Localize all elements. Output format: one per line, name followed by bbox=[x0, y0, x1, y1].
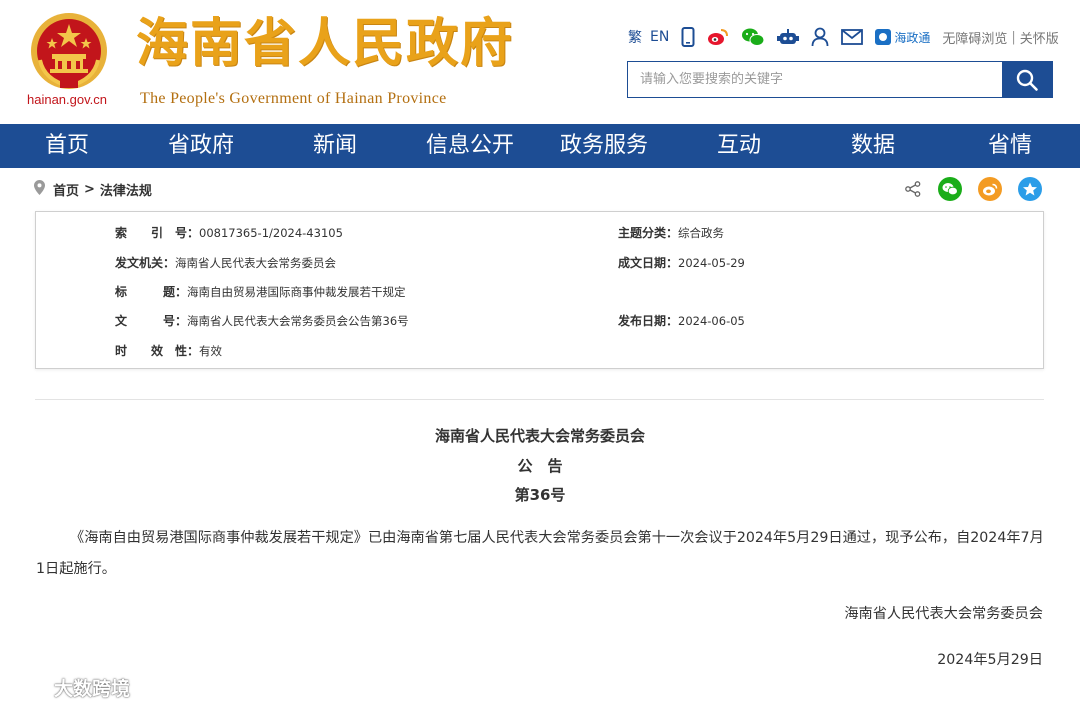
english-link[interactable]: EN bbox=[650, 26, 669, 48]
document-type-heading: 公 告 bbox=[517, 457, 563, 475]
meta-title-label: 标 题： bbox=[115, 285, 188, 299]
meta-title-value: 海南自由贸易港国际商事仲裁发展若干规定 bbox=[187, 285, 406, 299]
share-wechat-icon[interactable] bbox=[938, 177, 962, 201]
meta-category-value: 综合政务 bbox=[678, 226, 725, 240]
meta-published-date: 发布日期：2024-06-05 bbox=[618, 312, 745, 329]
weibo-icon[interactable] bbox=[707, 26, 729, 48]
document-paragraph: 《海南自由贸易港国际商事仲裁发展若干规定》已由海南省第七届人民代表大会常务委员会… bbox=[36, 530, 1044, 577]
breadcrumb-home[interactable]: 首页 bbox=[53, 180, 79, 199]
tool-separator: | bbox=[1011, 29, 1016, 45]
elder-mode-link[interactable]: 关怀版 bbox=[1020, 26, 1059, 48]
hzt-label: 海政通 bbox=[894, 30, 931, 45]
meta-docno-label: 文 号： bbox=[115, 314, 188, 328]
mail-icon[interactable] bbox=[841, 26, 864, 48]
meta-created-label: 成文日期： bbox=[618, 256, 679, 270]
nav-item-services[interactable]: 政务服务 bbox=[560, 124, 648, 168]
breadcrumb-separator: > bbox=[84, 181, 95, 197]
document-date: 2024年5月29日 bbox=[937, 652, 1043, 668]
meta-issuer: 发文机关：海南省人民代表大会常务委员会 bbox=[115, 254, 336, 271]
hzt-app-link[interactable]: 海政通 bbox=[875, 26, 930, 48]
accessible-browse-link[interactable]: 无障碍浏览 bbox=[942, 26, 1007, 48]
meta-validity: 时 效 性：有效 bbox=[115, 342, 222, 359]
meta-category-label: 主题分类： bbox=[618, 226, 679, 240]
watermark-text: 大数跨境 bbox=[54, 678, 131, 700]
breadcrumb: 首页 > 法律法规 bbox=[34, 178, 152, 200]
meta-validity-value: 有效 bbox=[199, 344, 223, 358]
meta-index-value: 00817365-1/2024-43105 bbox=[199, 226, 343, 240]
mobile-icon[interactable] bbox=[681, 26, 695, 48]
meta-published-value: 2024-06-05 bbox=[678, 314, 745, 328]
site-domain: hainan.gov.cn bbox=[27, 92, 107, 107]
meta-docno-value: 海南省人民代表大会常务委员会公告第36号 bbox=[187, 314, 409, 328]
search-input[interactable] bbox=[628, 62, 1002, 97]
meta-docno: 文 号：海南省人民代表大会常务委员会公告第36号 bbox=[115, 312, 409, 329]
user-icon[interactable] bbox=[811, 26, 829, 48]
share-icon[interactable] bbox=[904, 177, 922, 201]
document-issuer-heading: 海南省人民代表大会常务委员会 bbox=[434, 427, 645, 445]
site-subtitle: The People's Government of Hainan Provin… bbox=[140, 90, 447, 107]
meta-issuer-label: 发文机关： bbox=[115, 256, 176, 270]
watermark: 大数跨境 bbox=[8, 672, 130, 703]
share-weibo-icon[interactable] bbox=[978, 177, 1002, 201]
site-header: hainan.gov.cn 海南省人民政府 The People's Gover… bbox=[0, 0, 1080, 124]
meta-category: 主题分类：综合政务 bbox=[618, 224, 724, 241]
meta-issuer-value: 海南省人民代表大会常务委员会 bbox=[175, 256, 337, 270]
nav-item-news[interactable]: 新闻 bbox=[313, 124, 357, 168]
national-emblem-logo[interactable] bbox=[28, 10, 110, 92]
nav-item-data[interactable]: 数据 bbox=[851, 124, 895, 168]
traditional-chinese-link[interactable]: 繁 bbox=[628, 26, 642, 48]
main-nav: 首页 省政府 新闻 信息公开 政务服务 互动 数据 省情 bbox=[0, 124, 1080, 168]
search-button[interactable] bbox=[1002, 62, 1052, 97]
meta-created-date: 成文日期：2024-05-29 bbox=[618, 254, 745, 271]
meta-index-label: 索 引 号： bbox=[115, 226, 200, 240]
meta-title: 标 题：海南自由贸易港国际商事仲裁发展若干规定 bbox=[115, 283, 406, 300]
nav-item-interaction[interactable]: 互动 bbox=[717, 124, 761, 168]
nav-item-info-disclosure[interactable]: 信息公开 bbox=[426, 124, 514, 168]
meta-index: 索 引 号：00817365-1/2024-43105 bbox=[115, 224, 343, 241]
document-signature: 海南省人民代表大会常务委员会 bbox=[844, 606, 1043, 622]
nav-item-government[interactable]: 省政府 bbox=[168, 124, 234, 168]
wechat-icon[interactable] bbox=[741, 26, 765, 48]
share-bar bbox=[904, 176, 1042, 202]
breadcrumb-current[interactable]: 法律法规 bbox=[100, 180, 152, 199]
nav-item-province-overview[interactable]: 省情 bbox=[988, 124, 1032, 168]
site-title[interactable]: 海南省人民政府 bbox=[136, 18, 514, 70]
hzt-icon bbox=[875, 29, 892, 45]
nav-item-home[interactable]: 首页 bbox=[45, 124, 89, 168]
robot-assistant-icon[interactable] bbox=[777, 26, 800, 48]
search-icon bbox=[1016, 69, 1038, 91]
search-box bbox=[627, 61, 1053, 98]
header-tools: 繁 EN 海政通 无障碍浏览 | 关怀版 bbox=[628, 26, 1059, 48]
meta-created-value: 2024-05-29 bbox=[678, 256, 745, 270]
meta-validity-label: 时 效 性： bbox=[115, 344, 200, 358]
location-pin-icon bbox=[34, 179, 45, 199]
share-qzone-icon[interactable] bbox=[1018, 177, 1042, 201]
content-divider bbox=[35, 399, 1044, 400]
watermark-logo-icon bbox=[8, 672, 48, 703]
meta-published-label: 发布日期： bbox=[618, 314, 679, 328]
document-number-heading: 第36号 bbox=[514, 486, 566, 504]
document-metadata-box: 索 引 号：00817365-1/2024-43105 主题分类：综合政务 发文… bbox=[35, 211, 1044, 369]
